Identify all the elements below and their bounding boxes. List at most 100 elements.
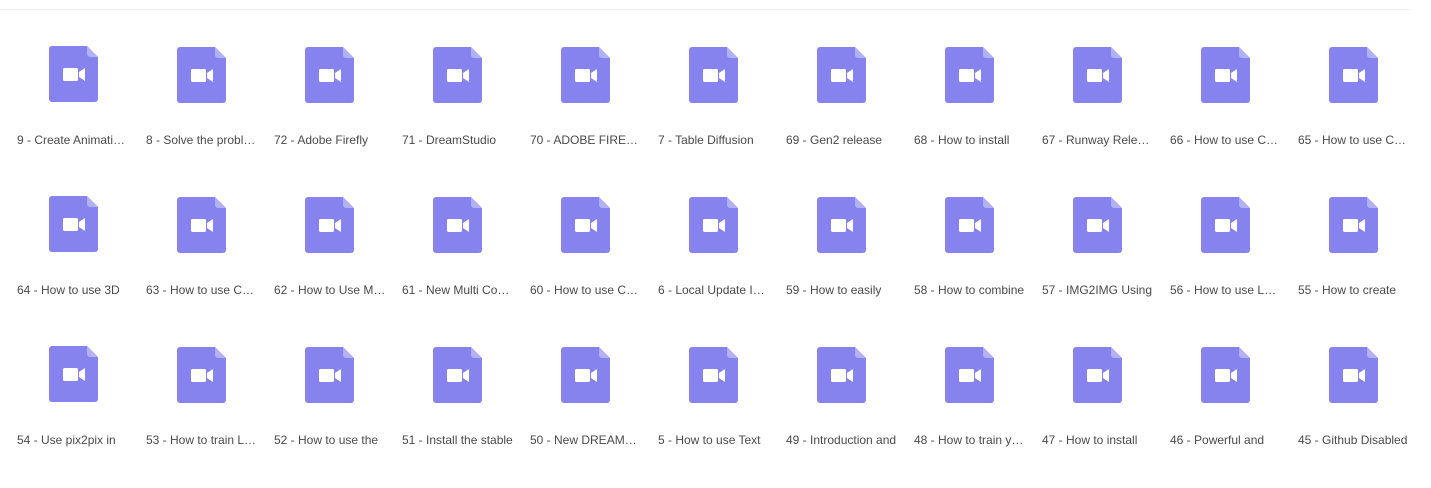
file-tile[interactable]: 6 - Local Update Install [649,188,777,338]
video-file-icon [305,197,354,253]
video-file-icon [1329,47,1378,103]
file-tile[interactable]: 54 - Use pix2pix in [9,338,137,488]
file-name: 66 - How to use ControlNet [1170,133,1282,147]
video-file-icon [561,197,610,253]
file-name: 53 - How to train LoRA [146,433,258,447]
file-tile[interactable]: 5 - How to use Text [649,338,777,488]
video-file-icon [305,347,354,403]
video-file-icon [817,47,866,103]
file-tile[interactable]: 60 - How to use ControlNet [521,188,649,338]
file-tile[interactable]: 66 - How to use ControlNet [1161,38,1289,188]
file-tile[interactable]: 9 - Create Animation with Stable Diffusi… [9,38,137,188]
file-name: 69 - Gen2 release [786,133,883,147]
file-name: 70 - ADOBE FIREFLY [530,133,642,147]
top-divider [0,9,1410,10]
file-tile[interactable]: 64 - How to use 3D [9,188,137,338]
file-tile[interactable]: 50 - New DREAMBOOTH [521,338,649,488]
file-name: 65 - How to use ControlNet [1298,133,1410,147]
file-name: 47 - How to install [1042,433,1138,447]
video-file-icon [1073,347,1122,403]
file-tile[interactable]: 72 - Adobe Firefly [265,38,393,188]
video-file-icon [49,46,98,102]
file-name: 64 - How to use 3D [17,283,120,297]
video-file-icon [1201,197,1250,253]
video-file-icon [177,47,226,103]
file-name: 71 - DreamStudio [402,133,497,147]
file-tile[interactable]: 71 - DreamStudio [393,38,521,188]
file-tile[interactable]: 58 - How to combine [905,188,1033,338]
file-name: 50 - New DREAMBOOTH [530,433,642,447]
file-tile[interactable]: 47 - How to install [1033,338,1161,488]
video-file-icon [1201,47,1250,103]
video-file-icon [1329,347,1378,403]
file-tile[interactable]: 51 - Install the stable [393,338,521,488]
video-file-icon [433,347,482,403]
file-name: 52 - How to use the [274,433,379,447]
video-file-icon [305,47,354,103]
file-grid: 9 - Create Animation with Stable Diffusi… [9,38,1417,488]
video-file-icon [177,347,226,403]
video-file-icon [817,347,866,403]
file-name: 46 - Powerful and [1170,433,1265,447]
video-file-icon [689,197,738,253]
file-tile[interactable]: 63 - How to use ControlNet [137,188,265,338]
file-tile[interactable]: 56 - How to use LoRA [1161,188,1289,338]
file-tile[interactable]: 69 - Gen2 release [777,38,905,188]
file-tile[interactable]: 49 - Introduction and [777,338,905,488]
file-tile[interactable]: 62 - How to Use Multi [265,188,393,338]
file-name: 55 - How to create [1298,283,1397,297]
file-name: 62 - How to Use Multi [274,283,386,297]
video-file-icon [689,347,738,403]
file-tile[interactable]: 61 - New Multi ControlNet [393,188,521,338]
file-name: 61 - New Multi ControlNet [402,283,514,297]
file-tile[interactable]: 45 - Github Disabled [1289,338,1417,488]
file-name: 60 - How to use ControlNet [530,283,642,297]
file-tile[interactable]: 48 - How to train your [905,338,1033,488]
video-file-icon [817,197,866,253]
video-file-icon [433,47,482,103]
file-name: 51 - Install the stable [402,433,513,447]
video-file-icon [49,196,98,252]
file-name: 67 - Runway Release [1042,133,1154,147]
file-name: 58 - How to combine [914,283,1025,297]
file-name: 9 - Create Animation with Stable Diffusi… [17,133,129,147]
file-tile[interactable]: 68 - How to install [905,38,1033,188]
file-name: 57 - IMG2IMG Using [1042,283,1153,297]
file-name: 5 - How to use Text [658,433,761,447]
video-file-icon [1073,197,1122,253]
video-file-icon [945,47,994,103]
file-tile[interactable]: 7 - Table Diffusion [649,38,777,188]
video-file-icon [945,347,994,403]
video-file-icon [689,47,738,103]
video-file-icon [1201,347,1250,403]
file-tile[interactable]: 67 - Runway Release [1033,38,1161,188]
file-tile[interactable]: 55 - How to create [1289,188,1417,338]
file-name: 72 - Adobe Firefly [274,133,369,147]
file-tile[interactable]: 57 - IMG2IMG Using [1033,188,1161,338]
file-name: 56 - How to use LoRA [1170,283,1282,297]
video-file-icon [49,346,98,402]
video-file-icon [433,197,482,253]
file-name: 68 - How to install [914,133,1010,147]
file-tile[interactable]: 65 - How to use ControlNet [1289,38,1417,188]
file-tile[interactable]: 59 - How to easily [777,188,905,338]
file-tile[interactable]: 53 - How to train LoRA [137,338,265,488]
video-file-icon [1329,197,1378,253]
file-name: 54 - Use pix2pix in [17,433,116,447]
file-name: 59 - How to easily [786,283,882,297]
video-file-icon [1073,47,1122,103]
file-name: 63 - How to use ControlNet [146,283,258,297]
file-tile[interactable]: 52 - How to use the [265,338,393,488]
video-file-icon [945,197,994,253]
file-name: 48 - How to train your [914,433,1026,447]
file-tile[interactable]: 46 - Powerful and [1161,338,1289,488]
file-tile[interactable]: 70 - ADOBE FIREFLY [521,38,649,188]
file-name: 6 - Local Update Install [658,283,770,297]
file-tile[interactable]: 8 - Solve the problem [137,38,265,188]
file-name: 49 - Introduction and [786,433,897,447]
video-file-icon [561,347,610,403]
video-file-icon [177,197,226,253]
file-name: 7 - Table Diffusion [658,133,754,147]
file-name: 8 - Solve the problem [146,133,258,147]
file-name: 45 - Github Disabled [1298,433,1408,447]
